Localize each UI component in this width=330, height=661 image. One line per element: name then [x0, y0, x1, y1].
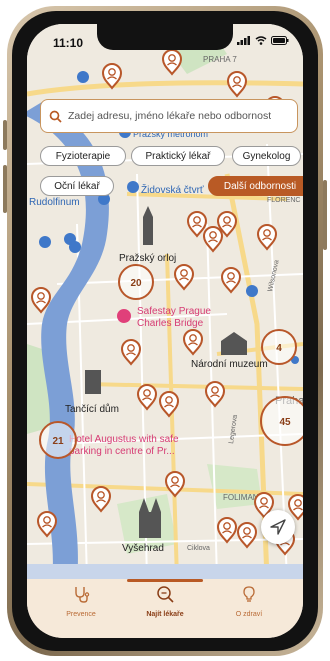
stethoscope-icon [75, 587, 90, 603]
map-label-florenc: FLORENC [267, 197, 300, 204]
cluster-marker[interactable]: 21 [39, 421, 77, 459]
map-label-safestay1: Safestay Prague [137, 306, 211, 317]
cluster-count: 4 [276, 343, 282, 354]
chip-gynekolog[interactable]: Gynekolog [232, 146, 301, 166]
navigation-arrow-icon [270, 519, 286, 535]
battery-icon [271, 36, 289, 45]
search-input[interactable]: Zadej adresu, jméno lékaře nebo odbornos… [68, 110, 271, 122]
cluster-count: 45 [279, 417, 291, 428]
status-icons [237, 36, 289, 45]
tab-label: O zdraví [235, 611, 263, 618]
map-label-augustus2: parking in centre of Pr... [69, 446, 175, 457]
cluster-count: 20 [130, 278, 142, 289]
cluster-marker[interactable]: 4 [261, 329, 297, 365]
status-bar: 11:10 [27, 24, 303, 62]
map-label-vysehrad: Vyšehrad [122, 543, 164, 554]
cluster-marker[interactable]: 20 [118, 264, 154, 300]
app-screen: PRAHA 7 Pražský metronom Rudolfinum Žido… [27, 24, 303, 638]
tab-label: Najít lékaře [146, 611, 184, 618]
chip-ocni-lekar[interactable]: Oční lékař [40, 176, 114, 196]
search-doctor-icon [157, 586, 174, 603]
map-label-tancici: Tančící dům [65, 403, 119, 415]
map-label-augustus1: Hotel Augustus with safe [69, 434, 179, 445]
map-label-zidovska: Židovská čtvrť [141, 183, 204, 196]
cluster-marker[interactable]: 45 [260, 396, 303, 446]
phone-button [3, 165, 7, 213]
map-label-muzeum: Národní muzeum [191, 359, 268, 370]
chip-prakticky-lekar[interactable]: Praktický lékař [131, 146, 225, 166]
cluster-count: 21 [52, 436, 64, 447]
bottom-tab-bar: Prevence Najít lékaře O zdraví [27, 579, 303, 638]
lightbulb-icon [243, 586, 255, 602]
tab-o-zdravi[interactable]: O zdraví [209, 585, 289, 618]
notch [97, 24, 233, 50]
wifi-icon [255, 36, 267, 45]
status-time: 11:10 [53, 36, 84, 50]
map-label-safestay2: Charles Bridge [137, 318, 204, 329]
active-tab-indicator [127, 579, 203, 582]
map-label-orloj: Pražský orloj [119, 253, 176, 264]
locate-me-button[interactable] [261, 510, 295, 544]
signal-icon [237, 36, 250, 45]
map-label-rudolfinum: Rudolfinum [29, 197, 80, 208]
chip-fyzioterapie[interactable]: Fyzioterapie [40, 146, 126, 166]
chip-dalsi-odbornosti[interactable]: Další odbornosti [208, 176, 303, 196]
phone-button [3, 120, 7, 150]
search-bar[interactable]: Zadej adresu, jméno lékaře nebo odbornos… [40, 99, 298, 133]
search-icon [49, 110, 62, 123]
map-label-ciklova: Ciklova [187, 545, 210, 552]
phone-button [323, 180, 327, 250]
tab-najit-lekare[interactable]: Najít lékaře [125, 585, 205, 618]
tab-prevence[interactable]: Prevence [41, 585, 121, 618]
tab-label: Prevence [66, 611, 96, 618]
